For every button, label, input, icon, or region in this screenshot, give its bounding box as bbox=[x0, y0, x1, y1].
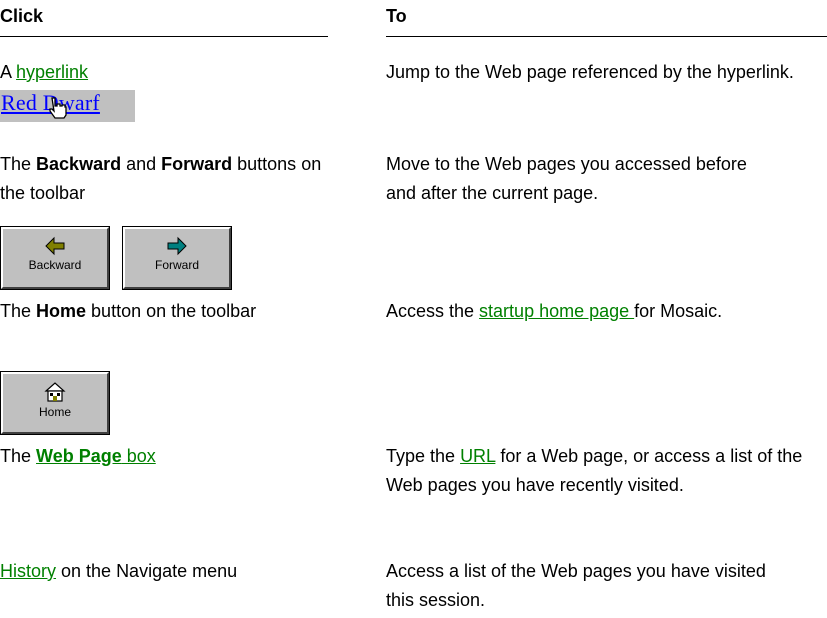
forward-label-bold: Forward bbox=[161, 154, 233, 174]
startup-home-page-link[interactable]: startup home page bbox=[479, 301, 634, 321]
header-click: Click bbox=[0, 6, 44, 26]
forward-button-label: Forward bbox=[154, 258, 199, 272]
row-webpage-click: The Web Page box bbox=[0, 442, 330, 471]
hyperlink-link[interactable]: hyperlink bbox=[16, 62, 88, 82]
row-webpage-to: Type the URL for a Web page, or access a… bbox=[386, 442, 806, 500]
home-button-label: Home bbox=[38, 405, 71, 419]
row-history-click: History on the Navigate menu bbox=[0, 557, 300, 586]
row-webpage-to-prefix: Type the bbox=[386, 446, 461, 466]
row-home-text-1: The bbox=[0, 301, 37, 321]
row-history-suffix: on the Navigate menu bbox=[56, 561, 238, 581]
row-webpage-text-1: The bbox=[0, 446, 37, 466]
row-home-text-2: button on the toolbar bbox=[86, 301, 257, 321]
row-backforward-text-1: The bbox=[0, 154, 37, 174]
row-hyperlink-click: A hyperlink bbox=[0, 58, 330, 87]
home-label-bold: Home bbox=[36, 301, 87, 321]
row-backforward-click: The Backward and Forward buttons on the … bbox=[0, 150, 340, 208]
arrow-left-icon bbox=[45, 236, 65, 256]
row-history-to: Access a list of the Web pages you have … bbox=[386, 561, 766, 610]
header-click-rule bbox=[0, 36, 328, 37]
web-page-box-link-rest: box bbox=[121, 446, 156, 466]
home-icon bbox=[44, 382, 66, 402]
row-home-click: The Home button on the toolbar bbox=[0, 297, 300, 326]
row-home-to: Access the startup home page for Mosaic. bbox=[386, 297, 776, 326]
backward-label-bold: Backward bbox=[36, 154, 122, 174]
url-link[interactable]: URL bbox=[460, 446, 495, 466]
row-home-to-prefix: Access the bbox=[386, 301, 480, 321]
red-dwarf-sample: Red Dwarf bbox=[0, 90, 135, 122]
forward-button[interactable]: Forward bbox=[122, 226, 232, 290]
backward-button[interactable]: Backward bbox=[0, 226, 110, 290]
home-button[interactable]: Home bbox=[0, 371, 110, 435]
row-hyperlink-prefix: A bbox=[0, 62, 17, 82]
history-link[interactable]: History bbox=[0, 561, 56, 581]
hand-pointer-icon bbox=[49, 97, 67, 119]
header-to: To bbox=[386, 6, 407, 26]
row-backforward-to: Move to the Web pages you accessed befor… bbox=[386, 154, 747, 203]
backward-button-label: Backward bbox=[28, 258, 82, 272]
web-page-box-link[interactable]: Web Page box bbox=[36, 446, 156, 466]
web-page-box-link-bold: Web Page bbox=[36, 446, 122, 466]
row-home-to-suffix: for Mosaic. bbox=[634, 301, 723, 321]
row-hyperlink-to: Jump to the Web page referenced by the h… bbox=[386, 62, 794, 82]
header-to-rule bbox=[386, 36, 827, 37]
row-backforward-text-2: and bbox=[121, 154, 162, 174]
arrow-right-icon bbox=[167, 236, 187, 256]
